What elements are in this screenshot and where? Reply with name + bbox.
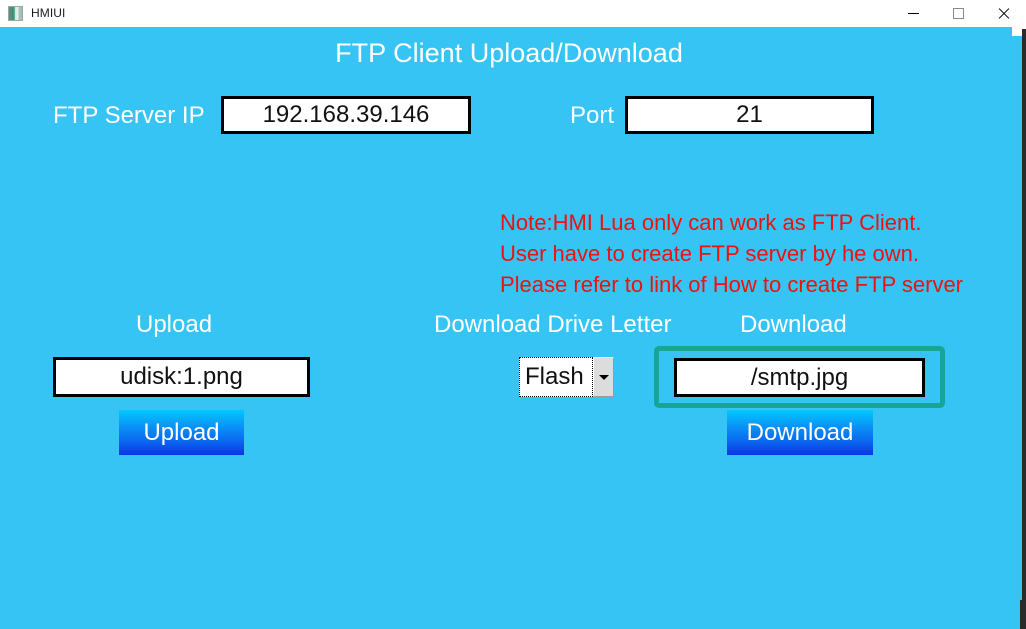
minimize-button[interactable]	[891, 0, 936, 27]
window-controls	[891, 0, 1026, 27]
download-path-input[interactable]: /smtp.jpg	[674, 358, 925, 397]
minimize-icon	[908, 13, 919, 14]
download-section-label: Download	[740, 311, 847, 339]
close-icon	[997, 7, 1010, 20]
download-button[interactable]: Download	[727, 410, 873, 455]
ftp-server-ip-label: FTP Server IP	[53, 102, 205, 130]
page-title: FTP Client Upload/Download	[0, 38, 1018, 69]
window-right-border	[1022, 29, 1026, 629]
download-drive-letter-select[interactable]: Flash	[519, 357, 614, 397]
title-bar: HMIUI	[0, 0, 1026, 27]
maximize-button[interactable]	[936, 0, 981, 27]
app-window-icon	[8, 6, 23, 21]
application-window: HMIUI FTP Client Upload/Download FTP Ser…	[0, 0, 1026, 629]
hmi-screen-canvas: FTP Client Upload/Download FTP Server IP…	[0, 27, 1018, 629]
window-bottom-right-corner	[1020, 600, 1026, 629]
close-button[interactable]	[981, 0, 1026, 27]
upload-path-input[interactable]: udisk:1.png	[53, 357, 310, 397]
maximize-icon	[953, 8, 964, 19]
download-drive-letter-label: Download Drive Letter	[434, 311, 671, 339]
chevron-down-icon[interactable]	[593, 357, 614, 397]
note-line-3: Please refer to link of How to create FT…	[500, 269, 1018, 300]
download-drive-letter-selected-value: Flash	[519, 357, 593, 397]
upload-section-label: Upload	[136, 311, 212, 339]
chevron-down-glyph	[599, 375, 609, 380]
window-title: HMIUI	[31, 6, 66, 20]
note-line-1: Note:HMI Lua only can work as FTP Client…	[500, 207, 1018, 238]
port-input[interactable]: 21	[625, 96, 874, 134]
note-line-2: User have to create FTP server by he own…	[500, 238, 1018, 269]
port-label: Port	[570, 102, 614, 130]
ftp-server-ip-input[interactable]: 192.168.39.146	[221, 96, 471, 134]
note-text-block: Note:HMI Lua only can work as FTP Client…	[500, 207, 1018, 300]
upload-button[interactable]: Upload	[119, 410, 244, 455]
